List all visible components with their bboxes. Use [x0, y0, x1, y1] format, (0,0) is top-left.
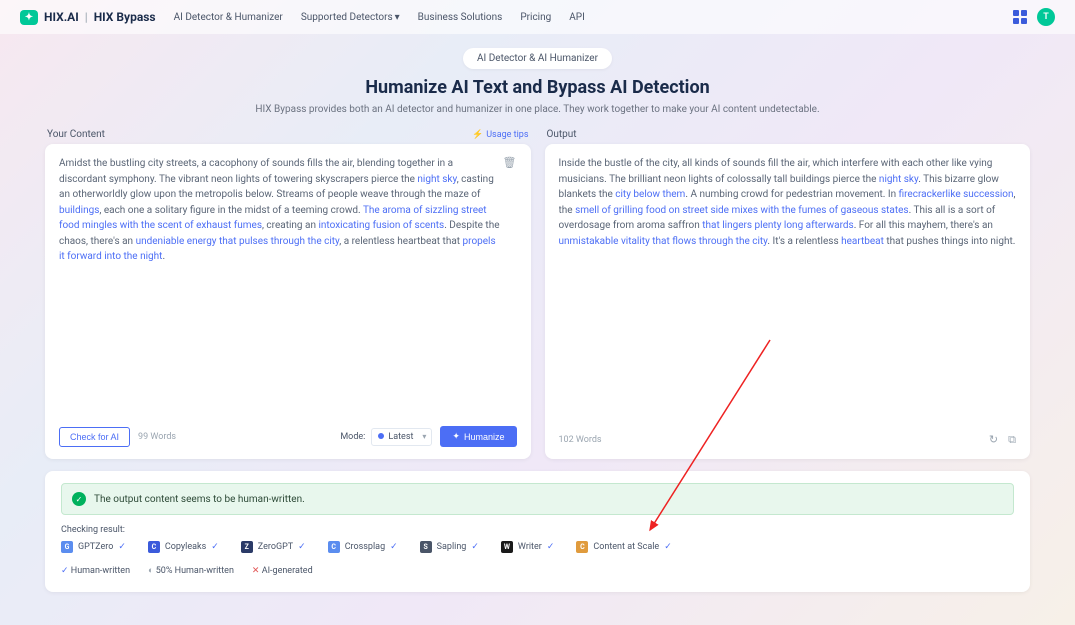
- output-column: Output Inside the bustle of the city, al…: [545, 127, 1031, 459]
- detector-name: Content at Scale: [593, 542, 659, 552]
- detector-icon: G: [61, 541, 73, 553]
- input-text[interactable]: Amidst the bustling city streets, a caco…: [59, 156, 503, 265]
- check-icon: ✓: [390, 542, 398, 552]
- mode-dot-icon: [378, 433, 384, 439]
- check-icon: ✓: [547, 542, 555, 552]
- mode-label: Mode:: [340, 432, 365, 442]
- output-word-count: 102 Words: [559, 435, 602, 445]
- input-panel: Amidst the bustling city streets, a caco…: [45, 144, 531, 459]
- avatar[interactable]: T: [1037, 8, 1055, 26]
- check-icon: ✓: [118, 542, 126, 552]
- chevron-down-icon: ▾: [422, 432, 426, 441]
- output-panel: Inside the bustle of the city, all kinds…: [545, 144, 1031, 459]
- nav-links: AI Detector & Humanizer Supported Detect…: [174, 12, 585, 23]
- topbar-left: ✦ HIX.AI | HIX Bypass AI Detector & Huma…: [20, 10, 585, 25]
- trash-icon[interactable]: 🗑: [503, 156, 517, 265]
- detector-item: Z ZeroGPT ✓: [241, 541, 306, 553]
- output-footer: 102 Words ↻ ⧉: [559, 425, 1017, 447]
- bolt-icon: ⚡: [472, 130, 483, 140]
- brand-main: HIX.AI: [44, 10, 79, 24]
- detector-icon: C: [328, 541, 340, 553]
- detector-icon: Z: [241, 541, 253, 553]
- sparkle-icon: ✦: [452, 431, 460, 442]
- detector-icon: C: [576, 541, 588, 553]
- detector-item: W Writer ✓: [501, 541, 554, 553]
- legend-human: ✓ Human-written: [61, 566, 130, 576]
- result-banner: ✓ The output content seems to be human-w…: [61, 483, 1014, 515]
- detector-name: Sapling: [437, 542, 467, 552]
- detector-icon: S: [420, 541, 432, 553]
- humanize-button[interactable]: ✦ Humanize: [440, 426, 516, 447]
- mode-group: Mode: Latest▾: [340, 428, 432, 446]
- hero-subtitle: HIX Bypass provides both an AI detector …: [20, 104, 1055, 115]
- nav-supported[interactable]: Supported Detectors▾: [301, 12, 400, 23]
- output-label: Output: [547, 129, 577, 140]
- input-word-count: 99 Words: [138, 432, 176, 442]
- brand-sub: HIX Bypass: [94, 10, 156, 24]
- nav-api[interactable]: API: [569, 12, 585, 23]
- detector-item: C Crossplag ✓: [328, 541, 398, 553]
- copy-icon[interactable]: ⧉: [1008, 433, 1016, 447]
- apps-grid-icon[interactable]: [1013, 10, 1027, 24]
- check-circle-icon: ✓: [72, 492, 86, 506]
- detector-name: Crossplag: [345, 542, 385, 552]
- detector-name: Writer: [518, 542, 542, 552]
- logo-icon: ✦: [20, 10, 38, 25]
- result-banner-text: The output content seems to be human-wri…: [94, 494, 305, 505]
- nav-pricing[interactable]: Pricing: [520, 12, 551, 23]
- detectors-row: G GPTZero ✓ C Copyleaks ✓ Z ZeroGPT ✓ C Crossplag ✓…: [61, 541, 1014, 553]
- hero: AI Detector & AI Humanizer Humanize AI T…: [0, 34, 1075, 123]
- refresh-icon[interactable]: ↻: [989, 433, 998, 447]
- logo[interactable]: ✦ HIX.AI | HIX Bypass: [20, 10, 156, 25]
- check-ai-button[interactable]: Check for AI: [59, 427, 130, 447]
- input-header: Your Content ⚡ Usage tips: [45, 127, 531, 144]
- chevron-down-icon: ▾: [395, 12, 400, 23]
- usage-tips-link[interactable]: ⚡ Usage tips: [472, 130, 529, 140]
- panels: Your Content ⚡ Usage tips Amidst the bus…: [0, 123, 1075, 459]
- topbar: ✦ HIX.AI | HIX Bypass AI Detector & Huma…: [0, 0, 1075, 34]
- output-text: Inside the bustle of the city, all kinds…: [559, 156, 1017, 249]
- output-header: Output: [545, 127, 1031, 144]
- detector-item: S Sapling ✓: [420, 541, 479, 553]
- brand-divider: |: [85, 10, 88, 24]
- legend-half: ◐ 50% Human-written: [148, 565, 234, 576]
- input-label: Your Content: [47, 129, 105, 140]
- detector-item: C Copyleaks ✓: [148, 541, 219, 553]
- result-card: ✓ The output content seems to be human-w…: [45, 471, 1030, 592]
- topbar-right: T: [1013, 8, 1055, 26]
- checking-label: Checking result:: [61, 525, 1014, 535]
- detector-icon: W: [501, 541, 513, 553]
- detector-item: G GPTZero ✓: [61, 541, 126, 553]
- nav-detector[interactable]: AI Detector & Humanizer: [174, 12, 283, 23]
- input-top: Amidst the bustling city streets, a caco…: [59, 156, 517, 265]
- mode-select[interactable]: Latest▾: [371, 428, 432, 446]
- check-icon: ✓: [471, 542, 479, 552]
- check-icon: ✓: [298, 542, 306, 552]
- detector-name: Copyleaks: [165, 542, 206, 552]
- check-icon: ✓: [211, 542, 219, 552]
- nav-business[interactable]: Business Solutions: [418, 12, 503, 23]
- hero-title: Humanize AI Text and Bypass AI Detection: [20, 77, 1055, 98]
- detector-item: C Content at Scale ✓: [576, 541, 671, 553]
- legend: ✓ Human-written ◐ 50% Human-written ✕ AI…: [61, 565, 1014, 576]
- output-actions: ↻ ⧉: [989, 433, 1016, 447]
- input-column: Your Content ⚡ Usage tips Amidst the bus…: [45, 127, 531, 459]
- detector-icon: C: [148, 541, 160, 553]
- hero-badge: AI Detector & AI Humanizer: [463, 48, 612, 69]
- check-icon: ✓: [664, 542, 672, 552]
- detector-name: ZeroGPT: [258, 542, 293, 552]
- legend-ai: ✕ AI-generated: [252, 566, 313, 576]
- detector-name: GPTZero: [78, 542, 113, 552]
- input-footer: Check for AI 99 Words Mode: Latest▾ ✦ Hu…: [59, 418, 517, 447]
